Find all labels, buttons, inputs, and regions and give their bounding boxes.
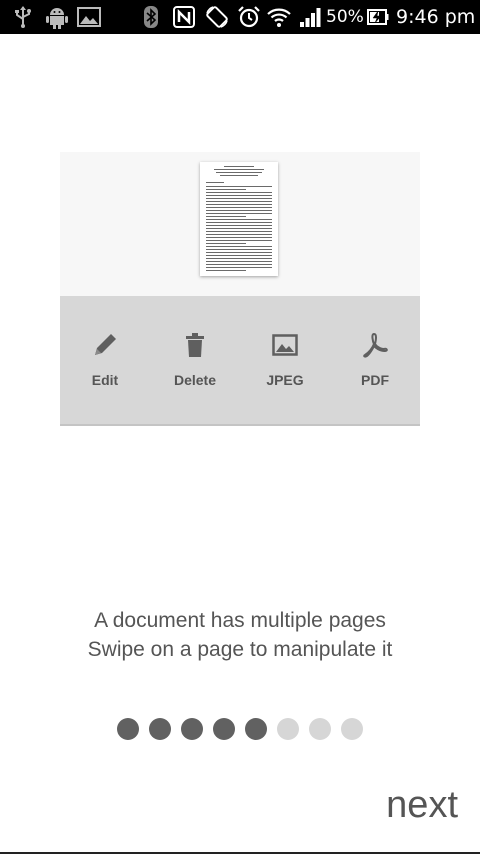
document-text-line (206, 231, 272, 232)
document-text-line (206, 246, 272, 247)
alarm-icon (236, 0, 262, 34)
document-text-line (206, 216, 246, 217)
document-text-line (224, 166, 254, 167)
battery-charging-icon (366, 0, 390, 34)
page-action-toolbar: Edit Delete JPEG PDF (60, 296, 420, 426)
caption-line-1: A document has multiple pages (94, 609, 386, 632)
document-text-line (206, 189, 246, 190)
signal-icon (298, 0, 322, 34)
wifi-icon (266, 0, 292, 34)
document-text-line (206, 243, 246, 244)
page-indicator (0, 718, 480, 742)
page-dot-active (245, 718, 267, 740)
document-text-line (206, 207, 272, 208)
page-dot-inactive (309, 718, 331, 740)
document-text-line (206, 182, 224, 183)
document-text-line (220, 175, 258, 176)
jpeg-label: JPEG (266, 372, 304, 388)
android-debug-icon (44, 0, 70, 34)
document-text-line (206, 261, 272, 262)
document-text-line (206, 270, 246, 271)
document-text-line (206, 240, 272, 241)
page-dot-active (149, 718, 171, 740)
document-text-line (206, 210, 272, 211)
document-text-line (206, 198, 272, 199)
tutorial-caption: A document has multiple pages Swipe on a… (0, 606, 480, 664)
pdf-icon (330, 328, 420, 362)
jpeg-action: JPEG (240, 296, 330, 422)
page-dot-active (181, 718, 203, 740)
document-text-line (216, 172, 262, 173)
pencil-icon (60, 328, 150, 362)
document-text-line (206, 267, 272, 268)
delete-label: Delete (173, 372, 217, 388)
usb-icon (12, 0, 34, 34)
document-text-line (206, 264, 272, 265)
pdf-label: PDF (361, 372, 389, 388)
status-bar: 50% 9:46 pm (0, 0, 480, 34)
edit-label: Edit (91, 372, 119, 388)
tutorial-illustration: Edit Delete JPEG PDF (60, 152, 420, 434)
next-button[interactable]: next (386, 784, 458, 827)
bluetooth-icon (140, 0, 162, 34)
page-dot-inactive (341, 718, 363, 740)
document-text-line (206, 252, 272, 253)
trash-icon (150, 328, 240, 362)
document-text-line (206, 201, 272, 202)
document-text-line (214, 169, 264, 170)
battery-percent: 50% (326, 7, 364, 27)
document-text-line (206, 237, 272, 238)
image-icon (240, 328, 330, 362)
document-text-line (206, 195, 272, 196)
document-text-line (206, 249, 272, 250)
document-text-line (206, 213, 272, 214)
image-icon (76, 0, 102, 34)
document-text-line (206, 234, 272, 235)
document-text-line (206, 258, 272, 259)
page-dot-active (117, 718, 139, 740)
caption-line-2: Swipe on a page to manipulate it (87, 638, 393, 661)
document-text-line (206, 228, 272, 229)
document-text-line (206, 204, 272, 205)
page-dot-active (213, 718, 235, 740)
document-page-thumbnail (200, 162, 278, 276)
pdf-action: PDF (330, 296, 420, 422)
page-dot-inactive (277, 718, 299, 740)
delete-action: Delete (150, 296, 240, 422)
screen-rotation-icon (204, 0, 230, 34)
document-text-line (206, 219, 272, 220)
document-text-line (206, 255, 272, 256)
nfc-icon (172, 0, 196, 34)
edit-action: Edit (60, 296, 150, 422)
document-text-line (206, 192, 272, 193)
document-preview-area (60, 152, 420, 296)
document-text-line (206, 222, 272, 223)
document-text-line (206, 186, 272, 187)
clock: 9:46 pm (396, 6, 476, 28)
document-text-line (206, 225, 272, 226)
